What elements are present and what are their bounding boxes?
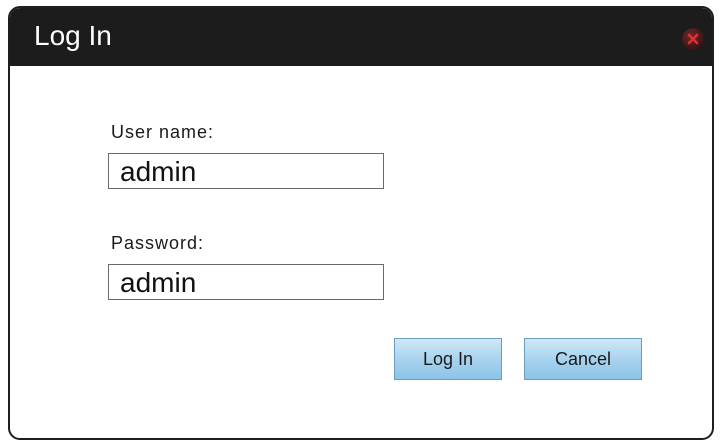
- password-label: Password:: [111, 233, 205, 253]
- close-button[interactable]: [682, 28, 704, 50]
- login-dialog: Log In User name: Password: Log In Cance…: [8, 6, 714, 440]
- login-button[interactable]: Log In: [394, 338, 502, 380]
- close-icon: [687, 33, 699, 45]
- username-field[interactable]: [108, 153, 384, 189]
- dialog-title: Log In: [34, 20, 112, 51]
- username-label: User name:: [111, 122, 215, 142]
- cancel-button[interactable]: Cancel: [524, 338, 642, 380]
- password-field[interactable]: [108, 264, 384, 300]
- title-bar: Log In: [10, 8, 712, 66]
